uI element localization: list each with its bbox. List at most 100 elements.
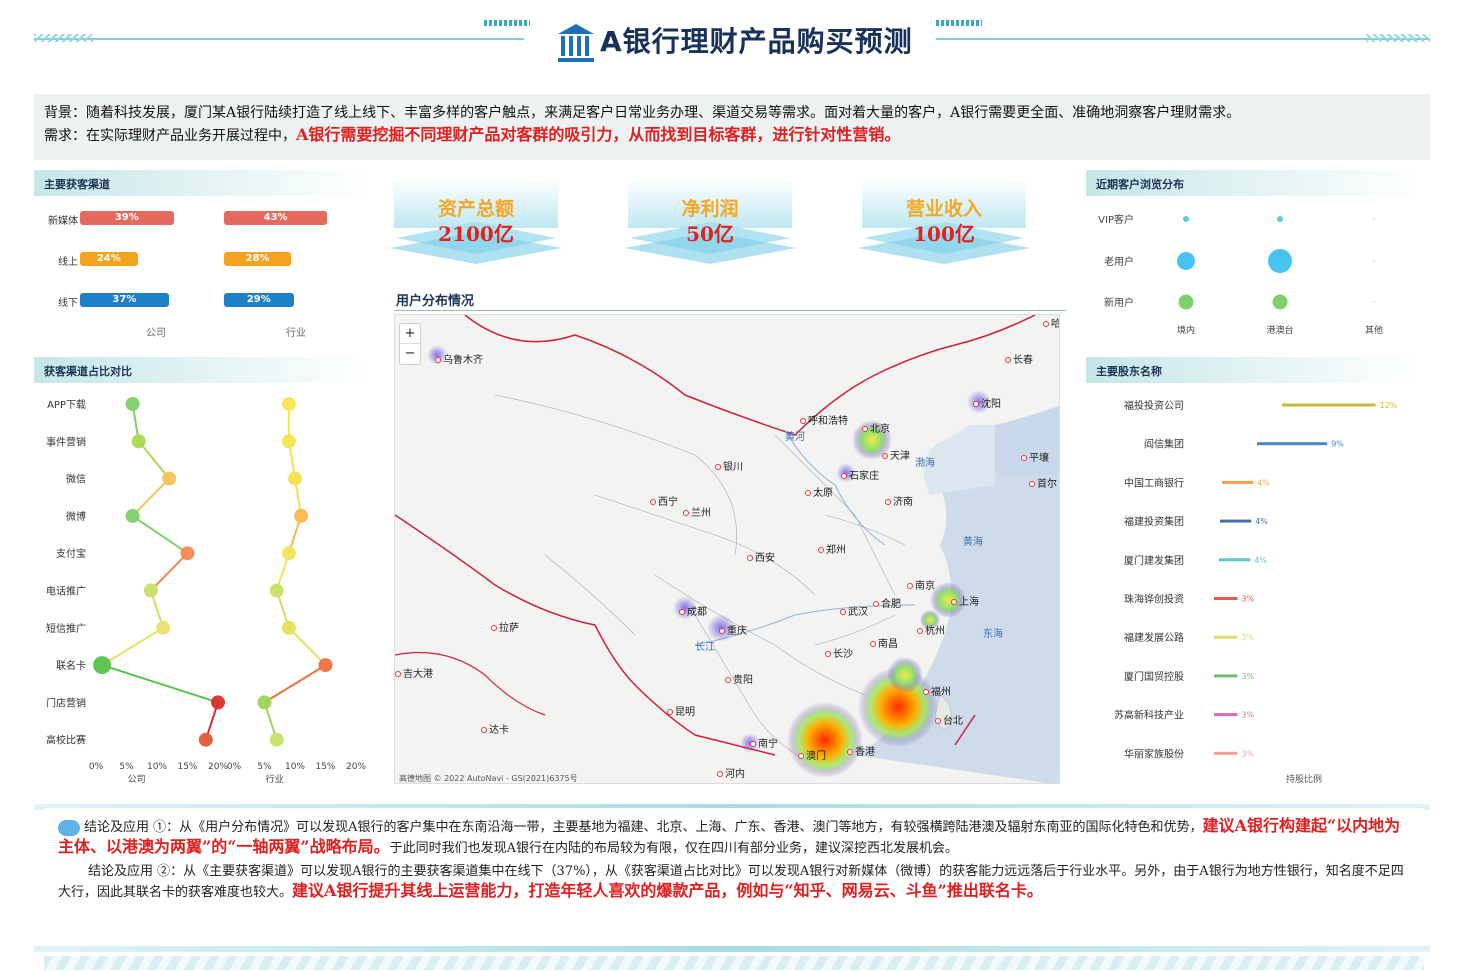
city-name: 平壤 [1029,453,1049,464]
channels-chart: 新媒体 39% 43% 线上 24% 28% 线下 37% 29% 公司 行业 [34,200,370,340]
map-attribution: 高德地图 © 2022 AutoNavi - GS(2021)6375号 [399,774,578,783]
city-dot-icon [847,749,853,755]
map-city: 天津 [882,447,910,462]
page-title: A银行理财产品购买预测 [600,25,913,58]
map-city: 太原 [805,484,833,499]
city-name: 香港 [855,747,875,758]
city-name: 石家庄 [849,471,879,482]
map-city: 澳门 [798,747,826,762]
map-city: 达卡 [481,721,509,736]
ratio-point [269,583,284,598]
browse-chart: VIP客户老用户新用户境内 港澳台 其他 [1098,213,1383,336]
ratio-tick: 0% [89,762,104,772]
ratio-tick: 10% [285,762,305,772]
city-name: 首尔 [1037,479,1057,490]
ratio-point [125,508,140,523]
city-name: 重庆 [727,626,747,637]
city-dot-icon [870,641,876,647]
city-dot-icon [719,628,725,634]
map-city: 东海 [983,625,1003,640]
shareholder-label: 珠海铧创投资 [1124,593,1184,606]
city-dot-icon [435,357,441,363]
city-name: 成都 [687,607,707,618]
city-name: 郑州 [826,545,846,556]
channel-bar: 24% [80,252,138,266]
ratio-line-segment [137,440,170,480]
zoom-controls: + − [399,323,421,365]
zoom-out-button[interactable]: − [400,344,420,364]
map-title-underline [394,310,1066,311]
browse-row-label: 新用户 [1104,296,1134,309]
city-name: 贵阳 [733,675,753,686]
ratio-line-segment [132,515,189,555]
city-dot-icon [885,499,891,505]
map-city: 兰州 [683,504,711,519]
city-name: 吉大港 [403,669,433,680]
zoom-in-button[interactable]: + [400,324,420,344]
shareholder-label: 福建投资集团 [1124,515,1184,528]
ratio-tick: 15% [177,762,197,772]
city-name: 澳门 [806,751,826,762]
city-dot-icon [717,771,723,777]
kpi-name: 净利润 [681,198,739,220]
background-box: 背景：随着科技发展，厦门某A银行陆续打造了线上线下、丰富多样的客户触点，来满足客… [34,94,1430,160]
city-dot-icon [951,599,957,605]
ratio-xlabel: 行业 [266,773,284,785]
shareholder-label: 阎信集团 [1144,438,1184,451]
ratio-label: 联名卡 [56,659,86,672]
ratio-point [288,471,302,486]
city-name: 南宁 [758,739,778,750]
map-city: 武汉 [840,603,868,618]
shareholder-value: 3% [1241,672,1254,681]
channel-group-label: 行业 [286,328,306,339]
city-dot-icon [725,677,731,683]
map-city: 杭州 [917,622,945,637]
kpi-name: 资产总额 [437,198,514,220]
city-dot-icon [840,609,846,615]
map-city: 平壤 [1021,449,1049,464]
city-dot-icon [715,464,721,470]
shareholder-label: 中国工商银行 [1124,476,1184,489]
shareholder-value: 3% [1241,711,1254,720]
shareholder-label: 福建发展公路 [1124,631,1184,644]
ratio-line-segment [101,664,219,704]
panel-title-shareholders: 主要股东名称 [1086,357,1422,383]
ratio-point [162,471,177,486]
ratio-tick: 15% [315,762,335,772]
browse-bubble [1272,294,1288,310]
city-name: 长沙 [833,649,853,660]
panel-title-channels: 主要获客渠道 [34,170,370,196]
city-dot-icon [750,741,756,747]
map-city: 西安 [747,549,775,564]
browse-col-label: 其他 [1365,324,1383,336]
city-dot-icon [818,547,824,553]
channel-label: 新媒体 [48,216,78,227]
city-name: 黄海 [963,537,983,548]
user-distribution-map[interactable]: + − 乌鲁木齐 长春 沈阳 呼和浩特 北京 天津 黄河 渤海 银川 石家庄 太原 济南 平壤 首尔 西宁兰… [394,314,1060,784]
kpi-name: 营业收入 [905,198,982,220]
ratio-point [294,508,309,523]
ratio-tick: 20% [346,762,366,772]
map-city: 拉萨 [491,619,519,634]
ratio-tick: 0% [227,762,242,772]
map-city: 昆明 [667,703,695,718]
map-city: 吉大港 [395,665,433,680]
city-dot-icon [862,426,868,432]
ratio-point [131,434,146,449]
browse-bubble [1183,216,1189,222]
city-name: 乌鲁木齐 [443,355,483,366]
shareholder-value: 3% [1241,633,1254,642]
city-dot-icon [798,753,804,759]
city-dot-icon [481,727,487,733]
ratio-point [156,620,171,635]
city-name: 南京 [915,581,935,592]
ratio-point [198,732,213,747]
conclusion-band-bottom [34,946,1430,952]
ratio-point [180,546,195,561]
ratio-point [281,434,296,449]
shareholder-value: 4% [1257,478,1270,487]
map-city: 沈阳 [973,395,1001,410]
shareholder-label: 华丽家族股份 [1124,747,1184,760]
city-dot-icon [825,651,831,657]
shareholder-bar [1222,480,1254,484]
